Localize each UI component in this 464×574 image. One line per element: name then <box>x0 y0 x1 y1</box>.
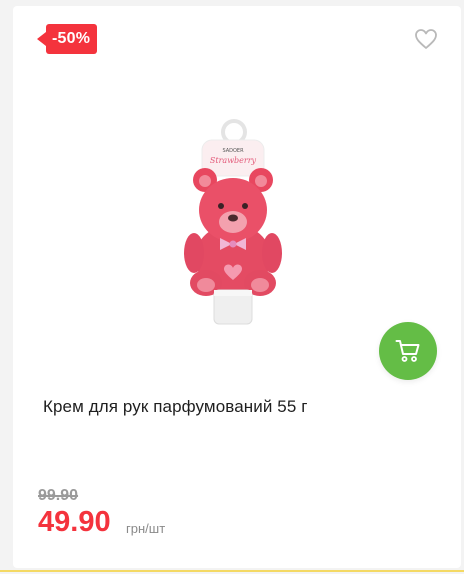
current-price: 49.90 <box>38 506 111 538</box>
image-brand-text: SADOER <box>222 148 244 154</box>
price-unit: грн/шт <box>126 521 166 536</box>
add-to-cart-button[interactable] <box>379 322 437 380</box>
favorite-button[interactable] <box>414 28 438 50</box>
product-image[interactable]: SADOER Strawberry <box>172 118 292 330</box>
shopping-cart-icon <box>395 340 420 362</box>
card-bottom-divider <box>0 570 464 572</box>
teddy-bear-bottle-image: SADOER Strawberry <box>184 119 282 325</box>
product-title[interactable]: Крем для рук парфумований 55 г <box>43 397 308 417</box>
old-price: 99.90 <box>38 487 79 504</box>
image-flavor-text: Strawberry <box>210 156 257 165</box>
discount-badge: -50% <box>36 24 98 54</box>
heart-icon <box>415 29 437 49</box>
